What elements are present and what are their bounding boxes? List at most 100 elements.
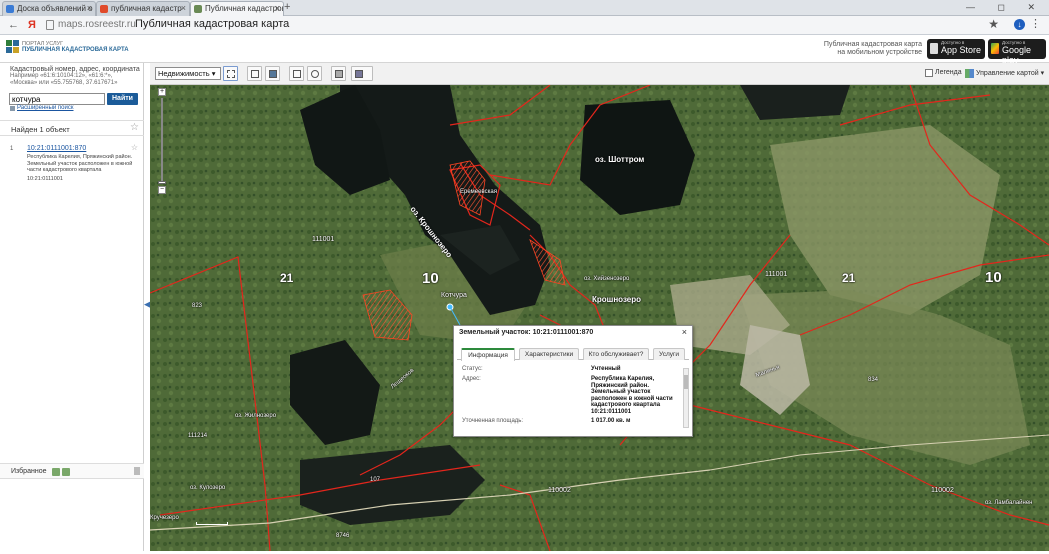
browser-tab-bar: Доска объявлений о × публичная кадастр ×…	[0, 0, 1049, 17]
map-label-8746: 8746	[336, 533, 350, 539]
search-hint-title: Кадастровый номер, адрес, координата	[10, 66, 140, 73]
legend-checkbox[interactable]	[925, 69, 933, 77]
add-favorite-icon[interactable]	[52, 468, 60, 476]
popup-tabs: Информация Характеристики Кто обслуживае…	[457, 346, 689, 361]
find-button[interactable]: Найти	[107, 93, 138, 105]
measure-tool-icon[interactable]	[289, 66, 304, 81]
popup-scrollbar-thumb[interactable]	[684, 375, 688, 389]
settings-tool-icon[interactable]	[351, 66, 373, 81]
map-scale-bar	[196, 522, 228, 525]
realty-select[interactable]: Недвижимость ▾	[155, 67, 221, 80]
map-label-lake-shotozero: оз. Шоттром	[595, 155, 645, 164]
status-label: Статус:	[462, 366, 483, 372]
area-value: 1 017.00 кв. м	[591, 418, 631, 424]
result-favorite-star-icon[interactable]: ☆	[131, 143, 138, 152]
results-header: Найден 1 объект ☆	[0, 120, 144, 136]
download-icon[interactable]: ↓	[1014, 19, 1025, 30]
search-input[interactable]	[9, 93, 105, 105]
favicon-icon	[6, 5, 14, 13]
google-play-button[interactable]: Доступно в Google play	[988, 39, 1046, 65]
browser-menu-icon[interactable]: ⋮	[1030, 17, 1041, 30]
yandex-logo-icon[interactable]: Я	[28, 18, 36, 32]
map-label-107: 107	[370, 477, 381, 483]
browser-tab-2[interactable]: публичная кадастр ×	[96, 1, 190, 16]
bookmark-star-icon[interactable]: ★	[988, 17, 999, 31]
trash-icon[interactable]	[134, 467, 140, 475]
favorite-star-icon[interactable]: ☆	[130, 122, 139, 133]
tab-label: Публичная кадастров	[205, 4, 284, 13]
map-label-small-lake: оз. Хийзенозеро	[584, 276, 630, 282]
portal-map-title: ПУБЛИЧНАЯ КАДАСТРОВАЯ КАРТА	[22, 47, 129, 53]
new-tab-button[interactable]: +	[284, 1, 290, 14]
map-label-kruchezero: Кручезеро	[150, 515, 179, 521]
url-field[interactable]: maps.rosreestr.ru	[58, 19, 136, 30]
export-favorite-icon[interactable]	[62, 468, 70, 476]
realty-select-value: Недвижимость	[158, 69, 210, 78]
favicon-icon	[100, 5, 108, 13]
zoom-out-button[interactable]: −	[158, 186, 166, 194]
google-play-label: Google play	[1002, 45, 1032, 65]
tab-services[interactable]: Услуги	[653, 348, 685, 360]
page-title: Публичная кадастровая карта	[135, 18, 290, 30]
lock-icon	[46, 20, 54, 30]
layers-tool-icon[interactable]	[265, 66, 280, 81]
map-label-kotchura: Котчура	[441, 292, 467, 299]
tab-who-serves[interactable]: Кто обслуживает?	[583, 348, 649, 360]
address-label: Адрес:	[462, 376, 481, 382]
tab-characteristics[interactable]: Характеристики	[519, 348, 579, 360]
result-quarter: 10:21:0111001	[27, 176, 63, 182]
search-hint-example2: «Москва» или «55.755768, 37.617671»	[10, 80, 118, 86]
zoom-in-button[interactable]: +	[158, 88, 166, 96]
popup-title: Земельный участок: 10:21:0111001:870	[459, 329, 594, 336]
satellite-map[interactable]: оз. Шоттром оз. Крошнозеро Крошнозеро Ко…	[150, 85, 1049, 551]
browser-tab-1[interactable]: Доска объявлений о ×	[2, 1, 96, 16]
result-index: 1	[10, 146, 14, 152]
identify-tool-icon[interactable]	[247, 66, 262, 81]
print-icon[interactable]	[331, 66, 346, 81]
zoom-slider-handle[interactable]	[158, 181, 166, 184]
address-bar: ← Я maps.rosreestr.ru Публичная кадастро…	[0, 16, 1049, 35]
popup-info-body: Статус: Учтенный Адрес: Республика Карел…	[460, 364, 686, 430]
map-label-lake-right: оз. Ламбалайнен	[985, 500, 1033, 506]
shopping-cart-icon[interactable]	[307, 66, 322, 81]
select-tool-icon[interactable]	[223, 66, 238, 81]
search-panel: Кадастровый номер, адрес, координата Нап…	[0, 63, 144, 551]
app-store-button[interactable]: Доступно в App Store	[927, 39, 985, 59]
map-label-big-10-right: 10	[985, 269, 1002, 286]
popup-close-button[interactable]: ×	[682, 327, 687, 337]
tab-information[interactable]: Информация	[461, 348, 515, 361]
parcel-info-popup: Земельный участок: 10:21:0111001:870 × И…	[453, 325, 693, 437]
app-store-label: App Store	[941, 45, 982, 55]
browser-tab-3[interactable]: Публичная кадастров ×	[190, 1, 284, 17]
close-tab-icon[interactable]: ×	[87, 2, 92, 15]
map-label-big-10-left: 10	[422, 270, 439, 287]
map-management-dropdown[interactable]: Управление картой ▾	[976, 69, 1044, 77]
close-tab-icon[interactable]: ×	[275, 2, 280, 15]
status-value: Учтенный	[591, 366, 621, 372]
zoom-slider-track[interactable]	[161, 98, 163, 182]
tab-label: публичная кадастр	[111, 4, 182, 13]
result-cadastral-link[interactable]: 10:21:0111001:870	[27, 145, 86, 152]
map-label-823: 823	[192, 303, 203, 309]
rosreestr-logo-icon[interactable]	[6, 40, 20, 54]
map-label-834: 834	[868, 377, 879, 383]
favorites-label[interactable]: Избранное	[11, 468, 46, 475]
favorites-bar: Избранное	[0, 463, 144, 479]
site-header: ПОРТАЛ УСЛУГ ПУБЛИЧНАЯ КАДАСТРОВАЯ КАРТА…	[0, 35, 1049, 65]
mobile-promo-line1: Публичная кадастровая карта	[823, 41, 922, 48]
mobile-promo-text: Публичная кадастровая карта на мобильном…	[810, 41, 922, 57]
legend-label[interactable]: Легенда	[935, 69, 962, 76]
tab-label: Доска объявлений о	[17, 4, 93, 13]
map-label-village-top: Еремеевская	[460, 189, 497, 195]
close-tab-icon[interactable]: ×	[181, 2, 186, 15]
map-label-quarter-left-bottom: 111214	[188, 433, 208, 439]
popup-scrollbar[interactable]	[683, 368, 689, 428]
portal-title[interactable]: ПОРТАЛ УСЛУГ ПУБЛИЧНАЯ КАДАСТРОВАЯ КАРТА	[22, 41, 129, 53]
window-controls[interactable]: — ◻ ✕	[966, 0, 1045, 14]
advanced-search-link[interactable]: Расширенный поиск	[17, 105, 74, 111]
results-count: Найден 1 объект	[11, 125, 70, 134]
back-arrow-icon[interactable]: ←	[8, 18, 19, 32]
map-label-lake-zhirnozero: оз. Жилнозеро	[235, 413, 277, 419]
advanced-search-icon	[10, 106, 15, 111]
result-description: Республика Карелия, Пряжинский район. Зе…	[27, 154, 133, 173]
